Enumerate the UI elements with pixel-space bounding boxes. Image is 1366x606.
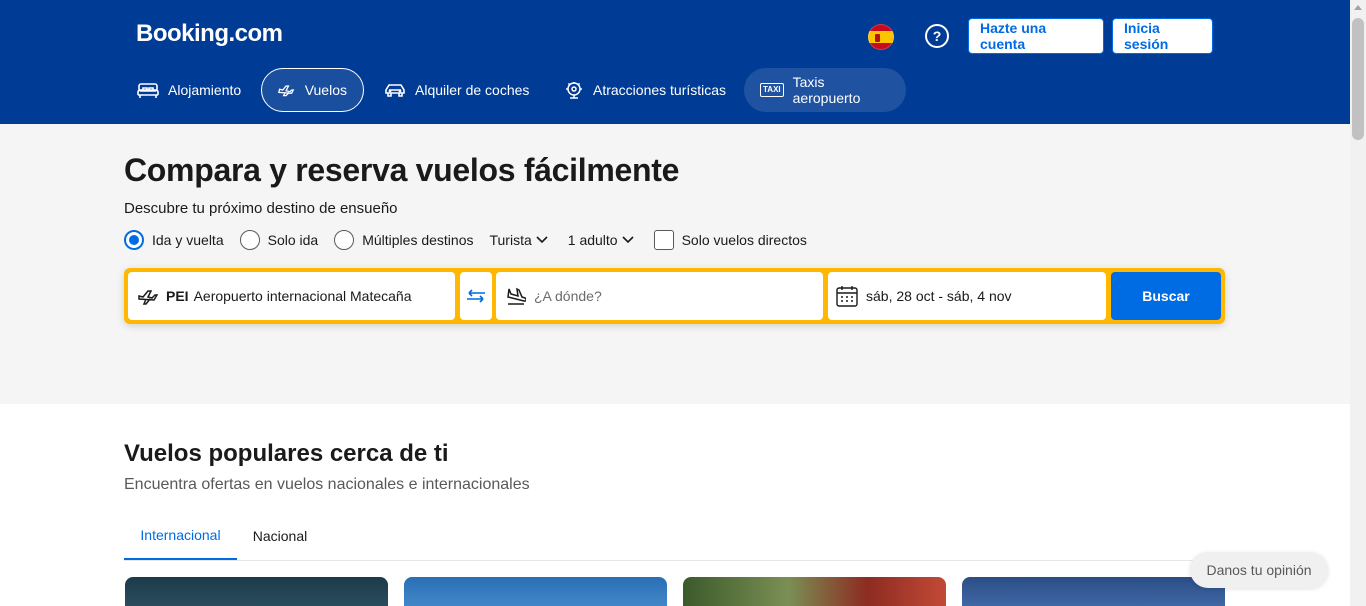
dropdown-value: Turista	[489, 232, 532, 248]
flight-search-hero: Compara y reserva vuelos fácilmente Desc…	[0, 124, 1350, 404]
nav-label: Atracciones turísticas	[593, 82, 727, 98]
trip-type-round-trip[interactable]: Ida y vuelta	[124, 230, 224, 250]
radio-button[interactable]	[124, 230, 144, 250]
chevron-down-icon	[536, 236, 548, 244]
page-scrollbar[interactable]	[1350, 0, 1366, 606]
destination-placeholder: ¿A dónde?	[534, 288, 602, 304]
search-options: Ida y vuelta Solo ida Múltiples destinos…	[124, 230, 823, 250]
checkbox[interactable]	[653, 230, 674, 250]
option-label: Ida y vuelta	[152, 232, 224, 248]
nav-tab-alojamiento[interactable]: Alojamiento	[121, 68, 257, 112]
section-title: Vuelos populares cerca de ti	[124, 440, 449, 467]
page-subtitle: Descubre tu próximo destino de ensueño	[124, 200, 398, 217]
search-button[interactable]: Buscar	[1111, 272, 1221, 320]
plane-takeoff-icon	[138, 290, 158, 305]
scroll-up-icon[interactable]	[1354, 5, 1362, 10]
direct-flights-checkbox[interactable]: Solo vuelos directos	[653, 230, 807, 250]
site-header: Booking.com ? Hazte una cuenta Inicia se…	[0, 0, 1350, 124]
dates-field[interactable]: sáb, 28 oct - sáb, 4 nov	[828, 272, 1106, 320]
destination-card[interactable]	[683, 577, 946, 606]
chevron-down-icon	[622, 236, 634, 244]
origin-field[interactable]: PEI Aeropuerto internacional Matecaña	[128, 272, 455, 320]
origin-code: PEI	[166, 288, 189, 304]
destination-card[interactable]	[125, 577, 388, 606]
section-subtitle: Encuentra ofertas en vuelos nacionales e…	[124, 476, 530, 493]
popular-tabs: Internacional Nacional	[124, 512, 1225, 561]
register-button[interactable]: Hazte una cuenta	[968, 18, 1104, 54]
passengers-dropdown[interactable]: 1 adulto	[568, 232, 634, 248]
nav-label: Alquiler de coches	[415, 82, 530, 98]
nav-tab-taxis[interactable]: TAXI Taxis aeropuerto	[744, 68, 906, 112]
calendar-icon	[836, 286, 858, 307]
destination-card[interactable]	[404, 577, 667, 606]
radio-button[interactable]	[334, 230, 355, 250]
option-label: Solo vuelos directos	[681, 232, 807, 248]
trip-type-multi-city[interactable]: Múltiples destinos	[334, 230, 473, 250]
feedback-button[interactable]: Danos tu opinión	[1190, 552, 1328, 588]
spain-flag-icon[interactable]	[868, 24, 894, 50]
attractions-icon	[566, 82, 582, 99]
option-label: Múltiples destinos	[362, 232, 474, 248]
nav-label: Vuelos	[304, 82, 347, 98]
radio-button[interactable]	[239, 230, 260, 250]
option-label: Solo ida	[267, 232, 319, 248]
page-title: Compara y reserva vuelos fácilmente	[124, 152, 680, 188]
dropdown-value: 1 adulto	[567, 232, 618, 248]
trip-type-one-way[interactable]: Solo ida	[239, 230, 319, 250]
destination-field[interactable]: ¿A dónde?	[496, 272, 823, 320]
plane-landing-icon	[507, 287, 526, 305]
swap-button[interactable]	[460, 272, 492, 320]
cabin-class-dropdown[interactable]: Turista	[489, 232, 548, 248]
tab-nacional[interactable]: Nacional	[237, 512, 323, 560]
nav-label: Alojamiento	[168, 82, 242, 98]
flight-search-bar: PEI Aeropuerto internacional Matecaña ¿A…	[124, 268, 1225, 324]
nav-label: Taxis aeropuerto	[792, 74, 861, 106]
destination-card[interactable]	[962, 577, 1225, 606]
scrollbar-thumb[interactable]	[1352, 18, 1364, 140]
origin-name: Aeropuerto internacional Matecaña	[193, 288, 412, 304]
swap-arrows-icon	[467, 289, 485, 303]
booking-logo[interactable]: Booking.com	[136, 20, 283, 48]
help-icon[interactable]: ?	[925, 24, 949, 48]
dates-value: sáb, 28 oct - sáb, 4 nov	[866, 288, 1012, 304]
signin-button[interactable]: Inicia sesión	[1112, 18, 1213, 54]
bed-icon	[137, 83, 159, 98]
plane-icon	[278, 85, 295, 97]
car-icon	[385, 84, 405, 97]
nav-tab-vuelos[interactable]: Vuelos	[261, 68, 364, 112]
taxi-icon: TAXI	[760, 83, 784, 97]
tab-internacional[interactable]: Internacional	[124, 512, 237, 560]
nav-tab-atracciones[interactable]: Atracciones turísticas	[548, 68, 742, 112]
nav-tab-alquiler-coches[interactable]: Alquiler de coches	[368, 68, 545, 112]
